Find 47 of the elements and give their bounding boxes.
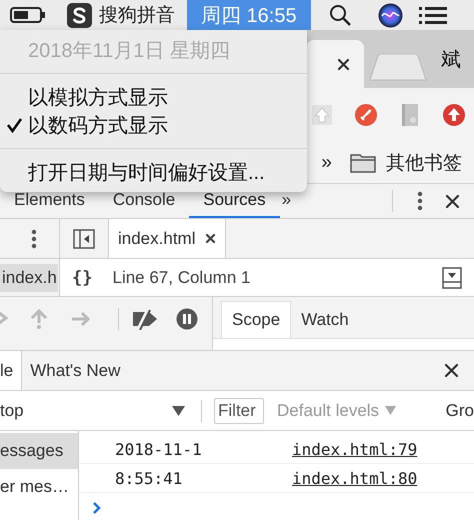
panel-tab[interactable]: Elements: [0, 189, 99, 218]
pause-icon[interactable]: [176, 308, 198, 330]
battery-icon: [10, 6, 46, 24]
close-icon[interactable]: [445, 194, 460, 208]
close-icon[interactable]: [444, 363, 459, 378]
file-tree-item[interactable]: index.h: [0, 264, 58, 292]
input-method-label[interactable]: 搜狗拼音: [99, 2, 175, 28]
caret-icon: [172, 406, 185, 416]
pretty-print-button[interactable]: {}: [72, 268, 92, 288]
log-message: 2018-11-1: [114, 440, 203, 458]
profile-name[interactable]: 斌: [428, 46, 474, 72]
close-icon: [205, 233, 216, 244]
menu-item[interactable]: 以数码方式显示: [28, 112, 168, 138]
upload-icon[interactable]: [442, 103, 466, 127]
console-sidebar-item[interactable]: essages: [0, 433, 78, 469]
menu-item[interactable]: 打开日期与时间偏好设置...: [28, 158, 265, 186]
cursor-position: Line 67, Column 1: [112, 268, 250, 288]
sidebar-toggle-icon[interactable]: [73, 228, 95, 248]
more-tabs-button[interactable]: »: [280, 189, 306, 218]
bookmark-folder[interactable]: 其他书签: [386, 150, 462, 176]
folder-icon: [350, 152, 376, 172]
console-sidebar-item[interactable]: er mes…: [0, 469, 78, 505]
deactivate-breakpoints-icon[interactable]: [131, 308, 159, 330]
app-icon: [67, 2, 92, 28]
more-options-icon[interactable]: [31, 228, 37, 248]
source-link[interactable]: index.html:79: [292, 440, 418, 458]
notification-center-icon[interactable]: [418, 5, 447, 25]
drawer-tab[interactable]: le: [0, 351, 22, 390]
prompt-icon: [92, 501, 102, 515]
context-selector[interactable]: top: [0, 396, 195, 426]
source-link[interactable]: index.html:80: [292, 468, 418, 488]
siri-icon[interactable]: [378, 2, 403, 28]
drawer-tab[interactable]: What's New: [22, 351, 128, 390]
close-icon[interactable]: [337, 58, 350, 70]
panel-tab[interactable]: Console: [98, 189, 190, 218]
menu-item: 2018年11月1日 星期四: [28, 38, 230, 64]
search-icon[interactable]: [328, 4, 351, 26]
group-option[interactable]: Gro: [446, 400, 474, 420]
log-message: 8:55:41: [114, 468, 184, 488]
bookmarks-overflow-button[interactable]: »: [321, 152, 332, 174]
sidebar-tab[interactable]: Scope: [221, 301, 292, 338]
menu-item[interactable]: 以模拟方式显示: [28, 84, 168, 110]
filter-field[interactable]: Filter: [214, 398, 264, 424]
more-options-icon[interactable]: [417, 191, 423, 211]
file-tab[interactable]: index.html: [108, 219, 226, 258]
drawer-toggle-icon[interactable]: [442, 266, 462, 288]
caret-icon: [385, 406, 396, 415]
